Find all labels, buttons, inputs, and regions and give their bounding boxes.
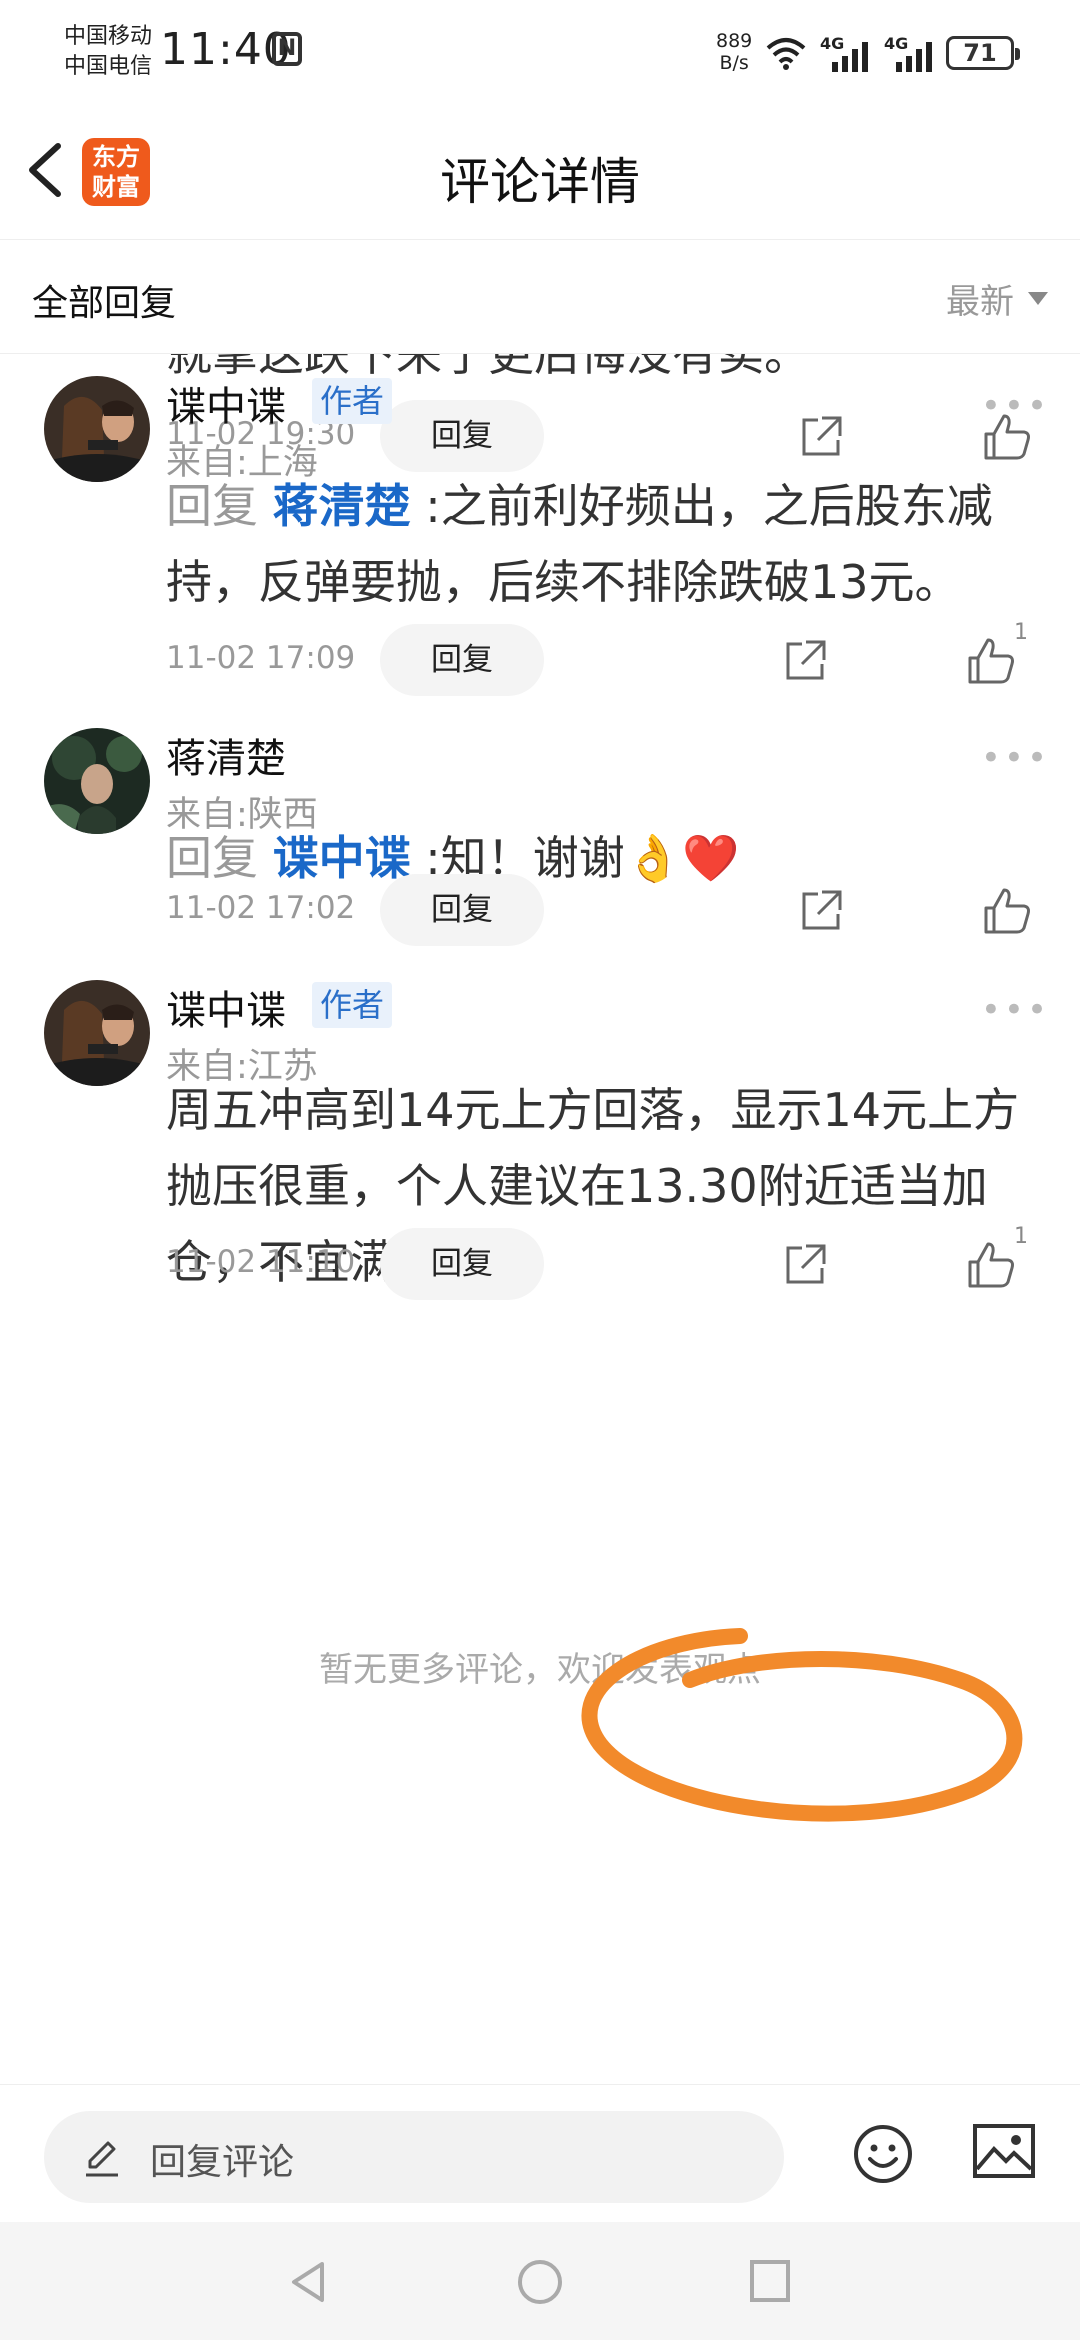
comment-date: 11-02 17:02 bbox=[166, 890, 356, 926]
avatar[interactable] bbox=[44, 376, 150, 482]
page-title: 评论详情 bbox=[440, 153, 640, 211]
sort-dropdown[interactable]: 最新 bbox=[946, 274, 1048, 323]
more-icon[interactable]: ••• bbox=[981, 386, 1050, 426]
image-icon[interactable] bbox=[972, 2123, 1036, 2179]
net-speed-value: 889 bbox=[716, 30, 753, 52]
nfc-icon: N bbox=[272, 32, 302, 66]
pencil-icon bbox=[86, 2141, 118, 2177]
status-bar: 中国移动 中国电信 11:40 N 889 B/s 4G 4G 71 bbox=[0, 0, 1080, 100]
signal-2-bars bbox=[896, 42, 932, 72]
chevron-down-icon bbox=[1028, 292, 1048, 305]
comment-date: 11-02 11:10 bbox=[166, 1244, 356, 1280]
username[interactable]: 谍中谍 bbox=[166, 978, 286, 1036]
emoji-icon[interactable] bbox=[852, 2123, 914, 2185]
avatar-image bbox=[44, 376, 150, 482]
share-icon[interactable] bbox=[780, 636, 830, 686]
carrier-1: 中国移动 bbox=[64, 24, 153, 49]
battery-indicator: 71 bbox=[946, 36, 1020, 70]
reply-button[interactable]: 回复 bbox=[380, 1228, 544, 1300]
sort-label: 最新 bbox=[946, 282, 1014, 322]
username[interactable]: 谍中谍 bbox=[166, 374, 286, 432]
username[interactable]: 蒋清楚 bbox=[166, 726, 286, 784]
comment-body: 回复 蒋清楚 :之前利好频出，之后股东减持，反弹要抛，后续不排除跌破13元。 bbox=[166, 468, 1046, 620]
carrier-2: 中国电信 bbox=[64, 54, 153, 79]
comment-feed[interactable]: 就拿这跌下来了更后悔没有卖。 11-02 19:30 回复 谍中谍 作者 来自:… bbox=[0, 354, 1080, 2084]
avatar[interactable] bbox=[44, 980, 150, 1086]
signal-1-icon: 4G bbox=[820, 34, 874, 72]
more-icon[interactable]: ••• bbox=[981, 738, 1050, 778]
mention-link[interactable]: 蒋清楚 bbox=[273, 479, 411, 533]
reply-input[interactable]: 回复评论 bbox=[44, 2111, 784, 2203]
author-badge: 作者 bbox=[312, 378, 393, 424]
reply-button[interactable]: 回复 bbox=[380, 874, 544, 946]
author-badge: 作者 bbox=[312, 982, 393, 1028]
more-icon[interactable]: ••• bbox=[981, 990, 1050, 1030]
nav-home-icon[interactable] bbox=[516, 2258, 564, 2306]
comment-actions: 11-02 17:09 回复 1 bbox=[166, 620, 1046, 696]
filter-row: 全部回复 最新 bbox=[0, 240, 1080, 354]
wifi-icon bbox=[766, 38, 806, 70]
comment-actions: 11-02 17:02 回复 bbox=[166, 874, 1046, 946]
share-icon[interactable] bbox=[796, 886, 846, 936]
net-speed: 889 B/s bbox=[716, 30, 752, 74]
signal-2-icon: 4G bbox=[884, 34, 938, 72]
comment-date: 11-02 17:09 bbox=[166, 640, 356, 676]
reply-input-placeholder: 回复评论 bbox=[150, 2142, 295, 2183]
net-speed-unit: B/s bbox=[719, 52, 749, 74]
like-icon[interactable] bbox=[964, 1238, 1018, 1292]
separator: : bbox=[425, 479, 441, 533]
reply-button[interactable]: 回复 bbox=[380, 624, 544, 696]
all-replies-label: 全部回复 bbox=[32, 283, 177, 324]
no-more-comments-note: 暂无更多评论，欢迎发表观点 bbox=[319, 1650, 761, 1690]
share-icon[interactable] bbox=[780, 1240, 830, 1290]
reply-button[interactable]: 回复 bbox=[380, 400, 544, 472]
avatar-image bbox=[44, 728, 150, 834]
nav-recents-icon[interactable] bbox=[748, 2258, 792, 2304]
signal-1-bars bbox=[832, 42, 868, 72]
share-icon[interactable] bbox=[796, 412, 846, 462]
comment-actions: 11-02 11:10 回复 1 bbox=[166, 1224, 1046, 1300]
app-header: 东方 财富 评论详情 bbox=[0, 100, 1080, 240]
like-count: 1 bbox=[1014, 1224, 1028, 1249]
carrier-labels: 中国移动 中国电信 bbox=[64, 22, 152, 82]
system-nav-bar bbox=[0, 2222, 1080, 2340]
avatar-image bbox=[44, 980, 150, 1086]
like-count: 1 bbox=[1014, 620, 1028, 645]
like-icon[interactable] bbox=[964, 634, 1018, 688]
avatar[interactable] bbox=[44, 728, 150, 834]
nav-back-icon[interactable] bbox=[286, 2258, 330, 2306]
like-icon[interactable] bbox=[980, 884, 1034, 938]
reply-prefix: 回复 bbox=[166, 479, 258, 533]
comment-input-bar: 回复评论 bbox=[0, 2084, 1080, 2222]
